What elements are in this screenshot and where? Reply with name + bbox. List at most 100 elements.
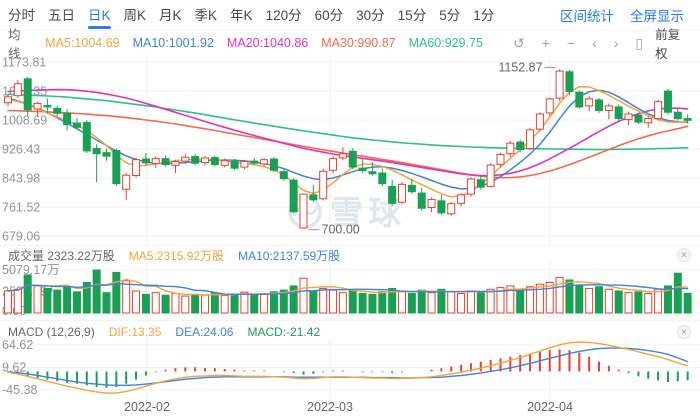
candle-body xyxy=(576,92,583,107)
candle-body xyxy=(684,119,691,121)
volume-bar xyxy=(458,294,465,313)
volume-bar xyxy=(330,290,337,313)
macd-close-button[interactable]: × xyxy=(677,325,691,339)
candle-body xyxy=(54,108,61,113)
volume-bar xyxy=(152,293,159,313)
tab-weekly-k[interactable]: 周K xyxy=(124,0,147,31)
volume-bar xyxy=(142,294,149,313)
interval-stats-button[interactable]: 区间统计 xyxy=(560,5,614,25)
tab-1min[interactable]: 1分 xyxy=(473,0,494,31)
volume-bar xyxy=(64,287,71,313)
candle-body xyxy=(14,84,21,96)
zoom-in-icon[interactable]: + xyxy=(542,36,550,50)
candle-body xyxy=(261,160,268,164)
tab-120min[interactable]: 120分 xyxy=(266,0,302,31)
candle-body xyxy=(645,119,652,123)
candle-body xyxy=(211,158,218,165)
candle-body xyxy=(133,160,140,176)
tab-monthly-k[interactable]: 月K xyxy=(159,0,182,31)
pan-left-icon[interactable]: ‹ xyxy=(592,36,597,50)
volume-bar xyxy=(645,294,652,313)
candle-body xyxy=(162,159,169,165)
mobile-view-icon[interactable]: ▯ xyxy=(635,36,643,50)
dea-line xyxy=(8,348,688,385)
zoom-out-icon[interactable]: − xyxy=(567,36,575,50)
candle-body xyxy=(379,173,386,184)
high-price-annotation: 1152.87 xyxy=(498,60,542,74)
volume-bar xyxy=(517,290,524,313)
candle-body xyxy=(123,175,130,189)
tab-daily-k[interactable]: 日K xyxy=(88,0,111,31)
tab-15min[interactable]: 15分 xyxy=(398,0,427,31)
pan-right-icon[interactable]: › xyxy=(614,36,619,50)
tab-60min[interactable]: 60分 xyxy=(315,0,344,31)
volume-bar xyxy=(684,293,691,313)
volume-ma10-label: MA10:2137.59万股 xyxy=(238,247,340,264)
candle-body xyxy=(655,102,662,119)
volume-close-button[interactable]: × xyxy=(677,248,691,262)
volume-bar xyxy=(251,295,258,313)
macd-axis-label: 64.62 xyxy=(2,338,33,352)
tab-quarterly-k[interactable]: 季K xyxy=(195,0,218,31)
volume-bar xyxy=(527,287,534,313)
tab-5min[interactable]: 5分 xyxy=(439,0,460,31)
volume-panel-header: 成交量 2323.22万股 MA5:2315.92万股 MA10:2137.59… xyxy=(0,247,700,263)
volume-bar xyxy=(448,292,455,313)
volume-bar xyxy=(428,293,435,313)
candle-body xyxy=(625,114,632,120)
volume-chart[interactable]: 5079.17万2539.59万0.00 xyxy=(0,262,700,318)
low-price-annotation: 700.00 xyxy=(322,223,360,237)
volume-bar xyxy=(576,285,583,313)
candle-body xyxy=(93,148,100,153)
ma60-legend-label: MA60:929.75 xyxy=(409,36,483,50)
candle-body xyxy=(231,161,238,168)
ma30-line xyxy=(8,111,688,178)
macd-value-label: MACD:-21.42 xyxy=(247,325,320,339)
volume-bar xyxy=(241,292,248,313)
candle-body xyxy=(24,79,31,110)
candle-body xyxy=(546,99,553,113)
volume-bar xyxy=(349,291,356,313)
volume-bar xyxy=(635,292,642,313)
volume-bar xyxy=(231,294,238,313)
candle-body xyxy=(330,159,337,171)
candle-body xyxy=(64,113,71,124)
candle-body xyxy=(103,153,110,157)
candle-body xyxy=(34,103,41,109)
volume-bar xyxy=(369,294,376,313)
macd-chart[interactable]: 64.629.62-45.38 xyxy=(0,338,700,400)
reset-zoom-icon[interactable]: ↺ xyxy=(513,36,525,50)
candle-body xyxy=(251,161,258,163)
candle-body xyxy=(172,161,179,165)
price-axis-label: 761.52 xyxy=(2,200,40,214)
volume-bar xyxy=(408,294,415,313)
volume-bar xyxy=(172,294,179,313)
candle-body xyxy=(152,159,159,164)
volume-bar xyxy=(399,291,406,313)
volume-bar xyxy=(320,288,327,313)
volume-bar xyxy=(586,288,593,313)
tab-five-day[interactable]: 五日 xyxy=(48,0,75,31)
candle-body xyxy=(359,168,366,170)
volume-ma5-label: MA5:2315.92万股 xyxy=(129,247,224,264)
x-axis-label: 2022-02 xyxy=(102,400,192,414)
candle-body xyxy=(497,154,504,164)
volume-bar xyxy=(487,289,494,313)
panel-separator xyxy=(0,320,700,321)
x-axis-label: 2022-03 xyxy=(285,400,375,414)
volume-bar xyxy=(438,289,445,313)
candle-body xyxy=(389,186,396,203)
candlestick-chart[interactable]: 1173.811091.351008.69926.43843.98761.526… xyxy=(0,55,700,246)
candle-body xyxy=(448,204,455,214)
candle-body xyxy=(635,115,642,122)
candle-body xyxy=(507,143,514,154)
volume-bar xyxy=(261,294,268,313)
tab-yearly-k[interactable]: 年K xyxy=(230,0,253,31)
candle-body xyxy=(280,172,287,179)
candle-body xyxy=(300,194,307,228)
x-axis-label: 2022-04 xyxy=(505,400,595,414)
tab-30min[interactable]: 30分 xyxy=(356,0,385,31)
fullscreen-button[interactable]: 全屏显示 xyxy=(630,5,684,25)
volume-bar xyxy=(54,290,61,313)
candle-body xyxy=(399,184,406,202)
